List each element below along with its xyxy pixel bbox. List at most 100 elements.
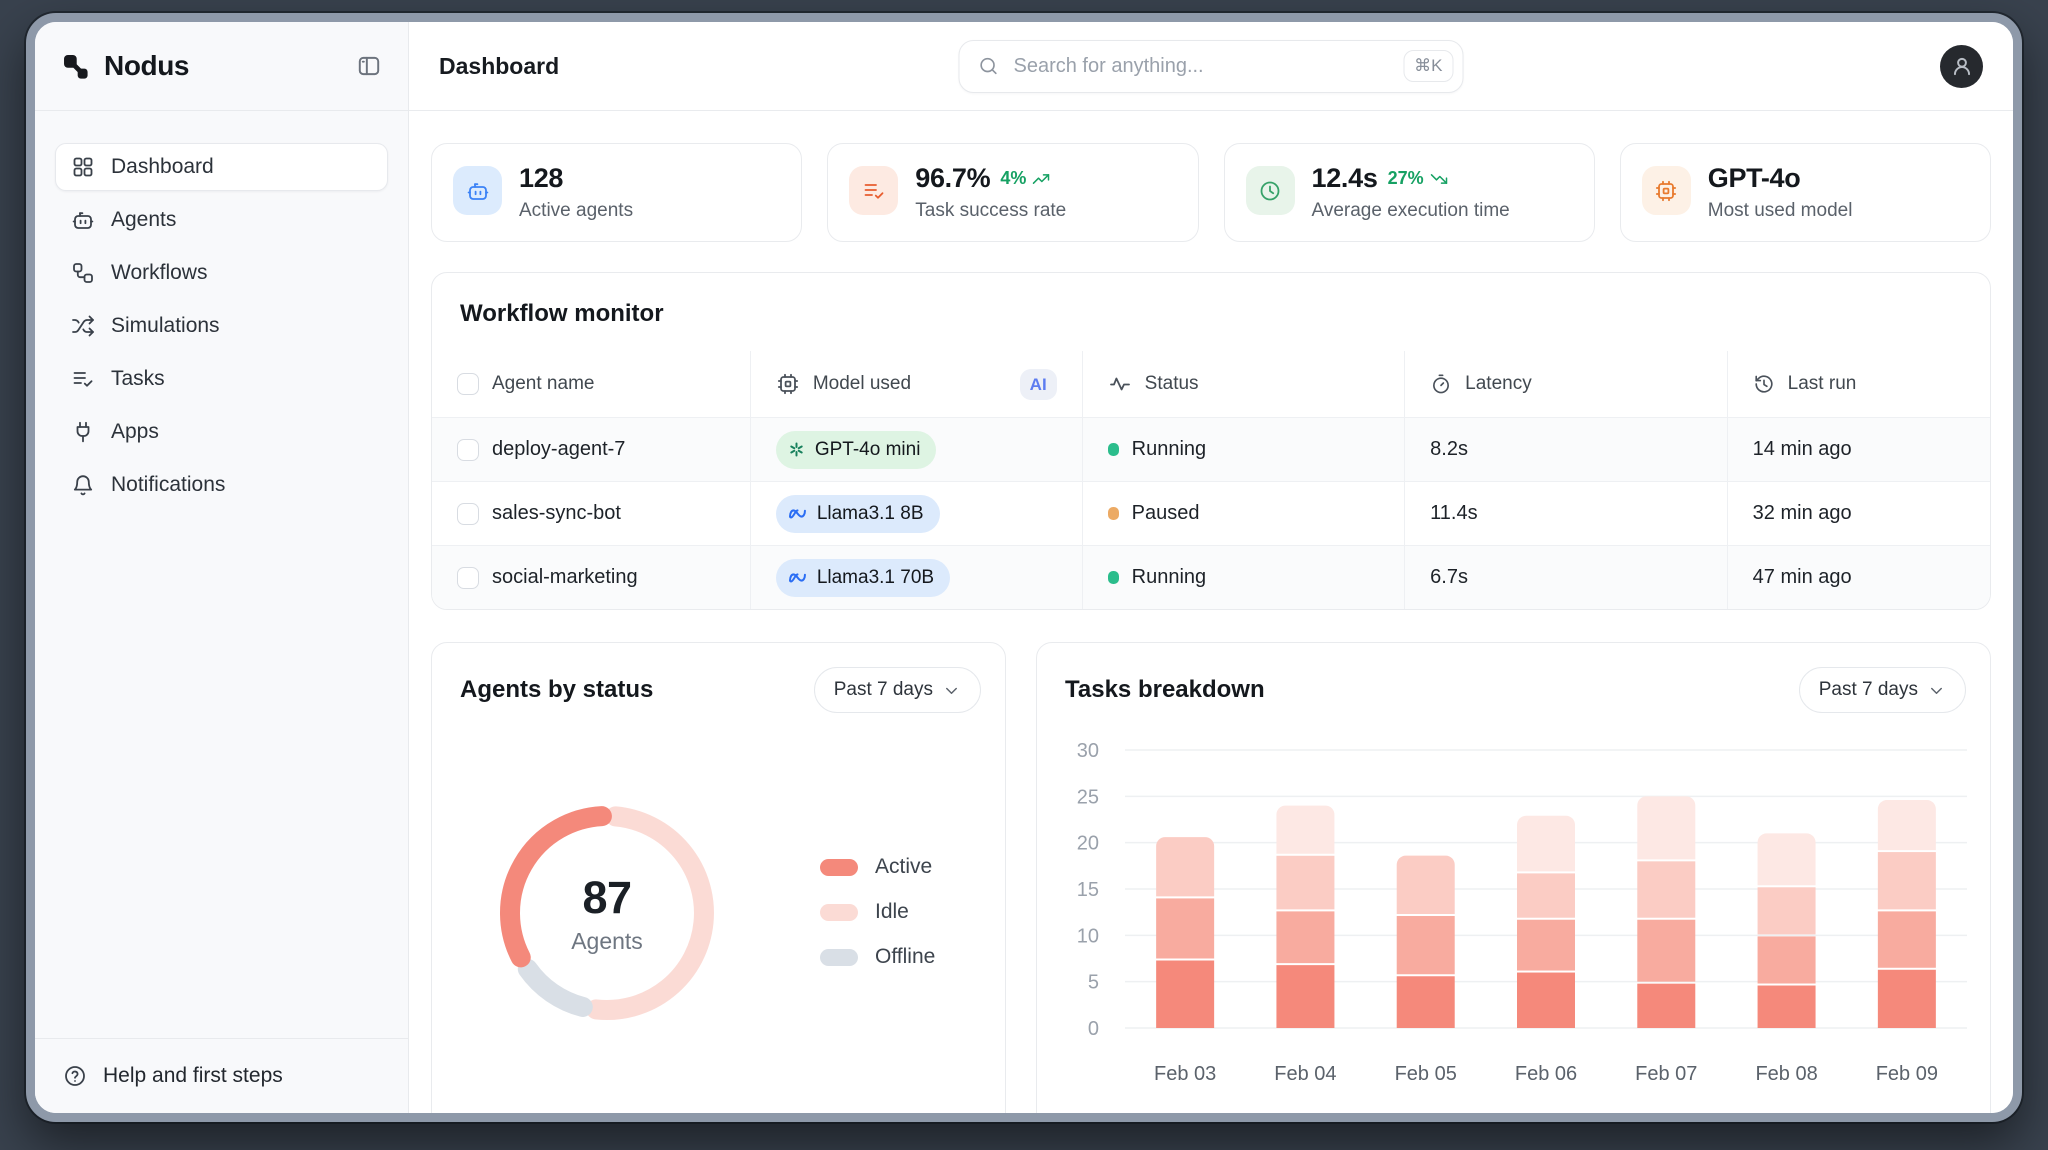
- bar-segment: [1877, 852, 1936, 910]
- legend-item-offline: Offline: [820, 945, 935, 969]
- sidebar-item-notifications[interactable]: Notifications: [55, 461, 388, 509]
- svg-text:25: 25: [1077, 786, 1099, 808]
- agents-range-dropdown[interactable]: Past 7 days: [813, 667, 981, 713]
- help-link[interactable]: Help and first steps: [35, 1038, 408, 1113]
- row-checkbox[interactable]: [457, 438, 479, 461]
- table-row-sales-sync-bot[interactable]: sales-sync-bot Llama3.1 8B Paused 11.4s 32 m…: [432, 481, 1990, 545]
- stat-delta-value: 4%: [1000, 168, 1027, 188]
- sidebar-item-label: Apps: [111, 420, 159, 443]
- model-badge: GPT-4o mini: [775, 430, 937, 469]
- main-area: Dashboard ⌘K 128 Active agents 96.7% 4% Task…: [409, 22, 2013, 1113]
- bar-segment: [1757, 833, 1816, 886]
- bar-segment: [1517, 919, 1575, 971]
- search-icon: [978, 55, 1000, 77]
- latency-value: 8.2s: [1430, 438, 1468, 460]
- svg-text:20: 20: [1077, 833, 1099, 855]
- column-header-model-used: Model used AI: [749, 351, 1082, 417]
- model-name: GPT-4o mini: [814, 438, 921, 460]
- keyboard-shortcut-badge: ⌘K: [1403, 50, 1454, 82]
- status-dot: [1107, 507, 1119, 520]
- column-header-status: Status: [1081, 351, 1405, 417]
- clock-icon: [1245, 166, 1295, 215]
- table-row-deploy-agent-7[interactable]: deploy-agent-7 GPT-4o mini Running 8.2s 14 m…: [432, 417, 1990, 481]
- bar-segment: [1396, 976, 1455, 1028]
- dashboard-content: 128 Active agents 96.7% 4% Task success rate…: [409, 111, 2013, 1113]
- bar-segment: [1877, 800, 1936, 851]
- stat-value: 128: [519, 163, 564, 193]
- column-label: Agent name: [492, 373, 595, 394]
- row-checkbox[interactable]: [457, 566, 479, 589]
- column-header-latency: Latency: [1404, 351, 1727, 417]
- timer-icon: [1430, 373, 1452, 395]
- charts-row: Agents by status Past 7 days 87 Agents A…: [431, 642, 1991, 1113]
- stats-row: 128 Active agents 96.7% 4% Task success rate…: [431, 143, 1991, 242]
- workflow-icon: [71, 261, 95, 285]
- sidebar-item-agents[interactable]: Agents: [55, 196, 388, 244]
- bar-segment: [1637, 796, 1696, 860]
- bell-icon: [71, 473, 95, 497]
- stat-delta: 4%: [1000, 168, 1051, 189]
- select-all-checkbox[interactable]: [457, 373, 479, 395]
- help-icon: [63, 1064, 87, 1088]
- robot-icon: [71, 208, 95, 232]
- legend-label: Idle: [875, 900, 909, 923]
- column-label: Model used: [812, 373, 912, 394]
- stat-card-task-success-rate: 96.7% 4% Task success rate: [827, 143, 1199, 242]
- sidebar-item-apps[interactable]: Apps: [55, 408, 388, 456]
- agent-name: social-marketing: [492, 566, 638, 588]
- grid-icon: [71, 155, 95, 179]
- plug-icon: [71, 420, 95, 444]
- search-input[interactable]: [1011, 53, 1392, 79]
- legend-item-idle: Idle: [820, 900, 935, 924]
- donut-segment-offline: [517, 958, 593, 1017]
- desktop-background: Nodus Dashboard Agents Workflows Simulation…: [0, 0, 2048, 1150]
- legend-swatch: [820, 903, 858, 921]
- model-badge: Llama3.1 8B: [775, 494, 940, 533]
- bar-segment: [1757, 985, 1816, 1028]
- user-avatar[interactable]: [1940, 44, 1983, 88]
- bar-segment: [1757, 887, 1816, 935]
- bar-segment: [1156, 837, 1215, 897]
- sidebar-toggle-icon[interactable]: [356, 53, 382, 79]
- sidebar-nav: Dashboard Agents Workflows Simulations Tasks…: [35, 111, 408, 509]
- donut-legend: Active Idle Offline: [820, 855, 935, 969]
- status-label: Paused: [1131, 502, 1200, 524]
- bar-segment: [1517, 815, 1575, 872]
- brand: Nodus: [61, 50, 190, 82]
- search-box[interactable]: ⌘K: [958, 39, 1464, 93]
- svg-text:Feb 05: Feb 05: [1395, 1063, 1457, 1085]
- sidebar-header: Nodus: [35, 22, 408, 111]
- agents-by-status-title: Agents by status: [460, 676, 654, 703]
- model-badge: Llama3.1 70B: [775, 558, 951, 597]
- legend-item-active: Active: [820, 855, 935, 879]
- nodus-logo-icon: [61, 52, 90, 81]
- brand-name: Nodus: [104, 50, 190, 81]
- agent-name: sales-sync-bot: [492, 502, 621, 524]
- sidebar-item-simulations[interactable]: Simulations: [55, 302, 388, 350]
- sidebar-item-workflows[interactable]: Workflows: [55, 249, 388, 297]
- sidebar-item-dashboard[interactable]: Dashboard: [55, 143, 388, 191]
- sidebar-item-label: Simulations: [111, 314, 220, 337]
- sidebar-item-label: Agents: [111, 208, 177, 231]
- openai-logo: [787, 440, 806, 459]
- ai-badge: AI: [1019, 368, 1057, 400]
- column-header-last-run: Last run: [1726, 351, 1990, 417]
- table-row-social-marketing[interactable]: social-marketing Llama3.1 70B Running 6.7s 4…: [432, 545, 1990, 609]
- column-label: Last run: [1787, 373, 1857, 394]
- svg-text:Feb 06: Feb 06: [1515, 1063, 1577, 1085]
- last-run-value: 47 min ago: [1752, 566, 1852, 588]
- legend-label: Offline: [875, 945, 936, 968]
- model-name: Llama3.1 70B: [816, 566, 935, 588]
- stat-value: GPT-4o: [1707, 163, 1801, 193]
- row-checkbox[interactable]: [457, 502, 479, 525]
- sidebar-item-label: Workflows: [111, 261, 208, 284]
- bar-segment: [1757, 936, 1816, 984]
- column-label: Latency: [1465, 373, 1532, 394]
- agent-name: deploy-agent-7: [492, 438, 626, 460]
- donut-segment-active: [500, 806, 612, 968]
- sidebar-item-tasks[interactable]: Tasks: [55, 355, 388, 403]
- stat-value: 12.4s: [1311, 163, 1378, 193]
- svg-text:5: 5: [1088, 972, 1099, 994]
- svg-text:30: 30: [1077, 740, 1099, 762]
- svg-text:0: 0: [1088, 1018, 1099, 1040]
